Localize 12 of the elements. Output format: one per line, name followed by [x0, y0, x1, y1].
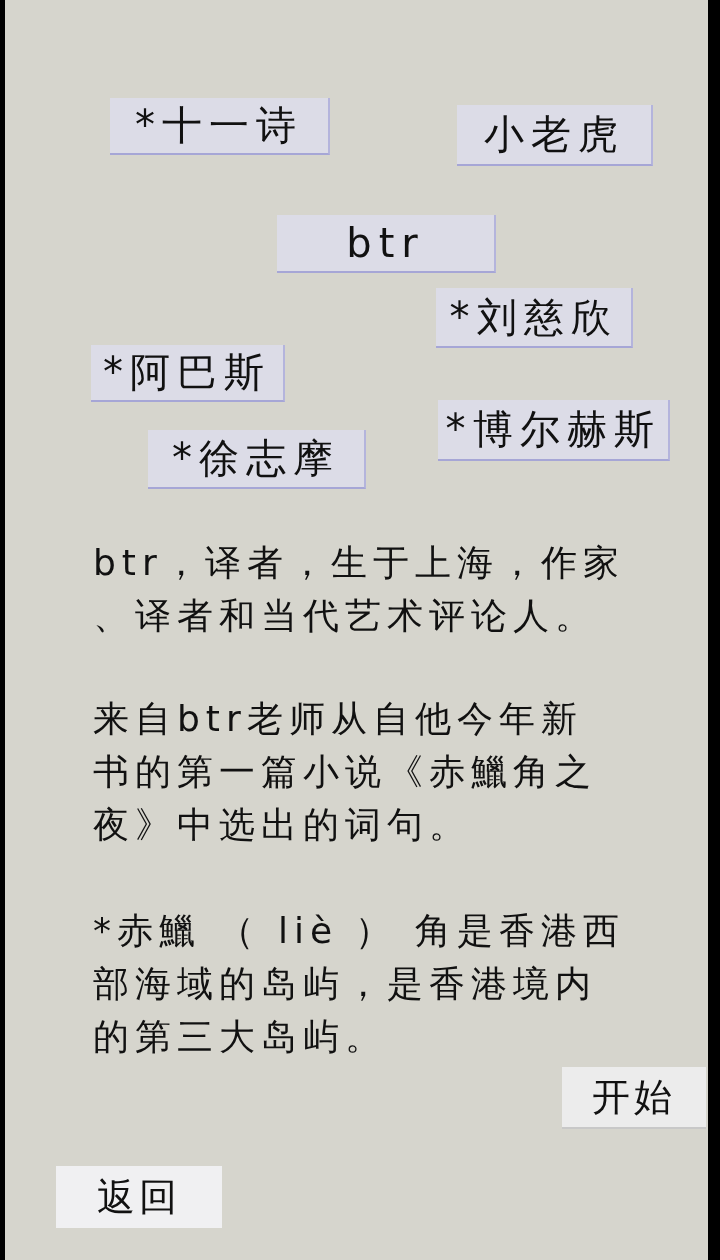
paragraph: 来自btr老师从自他今年新书的第一篇小说《赤鱲角之夜》中选出的词句。	[93, 697, 598, 847]
back-button[interactable]: 返回	[56, 1166, 222, 1228]
tag-button[interactable]: 小老虎	[457, 105, 653, 166]
start-button[interactable]: 开始	[562, 1067, 706, 1129]
tag-button[interactable]: *阿巴斯	[91, 345, 285, 402]
tag-button[interactable]: *刘慈欣	[436, 288, 633, 348]
paragraph: *赤鱲 （ liè ） 角是香港西部海域的岛屿，是香港境内的第三大岛屿。	[93, 909, 626, 1059]
tag-button[interactable]: *十一诗	[110, 98, 330, 155]
tag-button[interactable]: btr	[277, 215, 496, 273]
paragraph: btr，译者，生于上海，作家、译者和当代艺术评论人。	[93, 541, 626, 638]
tag-button[interactable]: *徐志摩	[148, 430, 366, 489]
tag-button[interactable]: *博尔赫斯	[438, 400, 670, 461]
